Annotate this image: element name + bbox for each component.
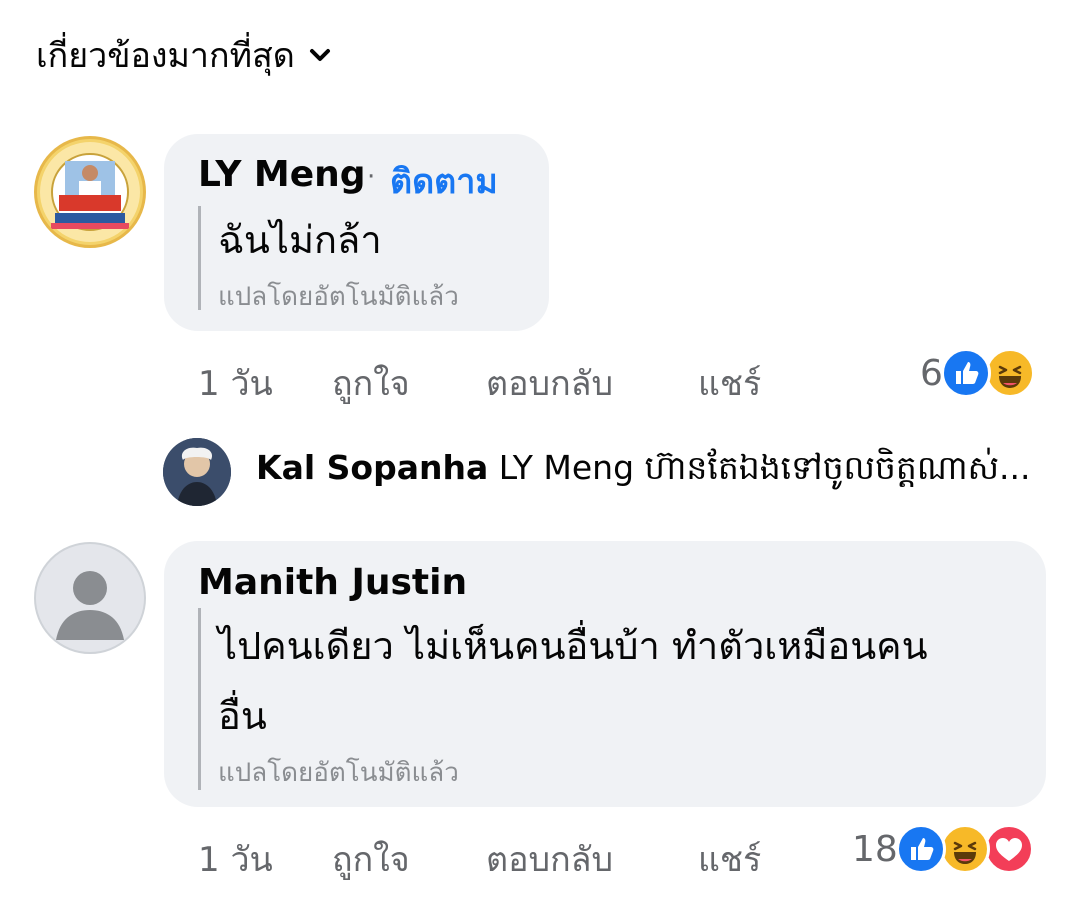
reply-avatar[interactable] xyxy=(163,438,231,506)
like-button[interactable]: ถูกใจ xyxy=(332,356,486,410)
reply-text: LY Meng ហ៊ានតែឯងទៅចូលចិត្តណាស់... xyxy=(498,448,1031,487)
translation-quote-bar xyxy=(198,608,201,790)
reply-preview[interactable]: Kal Sopanha LY Meng ហ៊ានតែឯងទៅចូលចិត្តណា… xyxy=(256,448,1030,496)
haha-icon xyxy=(939,824,990,874)
haha-icon xyxy=(984,348,1035,398)
comment-author[interactable]: LY Meng xyxy=(198,154,366,195)
comment-author[interactable]: Manith Justin xyxy=(198,562,467,603)
avatar[interactable] xyxy=(34,136,146,248)
share-button[interactable]: แชร์ xyxy=(698,356,761,410)
separator: · xyxy=(367,162,376,192)
comment-actions: 1 วัน ถูกใจ ตอบกลับ แชร์ xyxy=(198,832,761,886)
love-icon xyxy=(983,824,1034,874)
reaction-summary[interactable]: 6 xyxy=(920,348,1035,398)
timestamp[interactable]: 1 วัน xyxy=(198,356,332,410)
reaction-count: 18 xyxy=(852,828,898,870)
reply-author: Kal Sopanha xyxy=(256,448,489,487)
comment-text-line2: อื่น xyxy=(218,694,267,738)
follow-button[interactable]: ติดตาม xyxy=(390,154,498,208)
like-button[interactable]: ถูกใจ xyxy=(332,832,486,886)
sort-label: เกี่ยวข้องมากที่สุด xyxy=(36,36,295,76)
comment-actions: 1 วัน ถูกใจ ตอบกลับ แชร์ xyxy=(198,356,761,410)
auto-translated-label[interactable]: แปลโดยอัตโนมัติแล้ว xyxy=(218,752,459,793)
avatar[interactable] xyxy=(34,542,146,654)
share-button[interactable]: แชร์ xyxy=(698,832,761,886)
like-icon xyxy=(940,348,991,398)
comment-text: ฉันไม่กล้า xyxy=(218,218,382,262)
timestamp[interactable]: 1 วัน xyxy=(198,832,332,886)
sort-dropdown[interactable]: เกี่ยวข้องมากที่สุด xyxy=(36,28,331,82)
translation-quote-bar xyxy=(198,206,201,310)
chevron-down-icon xyxy=(309,44,331,66)
reply-button[interactable]: ตอบกลับ xyxy=(486,832,698,886)
reaction-summary[interactable]: 18 xyxy=(852,824,1034,874)
like-icon xyxy=(895,824,946,874)
reply-button[interactable]: ตอบกลับ xyxy=(486,356,698,410)
reaction-count: 6 xyxy=(920,352,943,394)
comment-text: ไปคนเดียว ไม่เห็นคนอื่นบ้า ทำตัวเหมือนคน xyxy=(218,624,928,668)
auto-translated-label[interactable]: แปลโดยอัตโนมัติแล้ว xyxy=(218,276,459,317)
